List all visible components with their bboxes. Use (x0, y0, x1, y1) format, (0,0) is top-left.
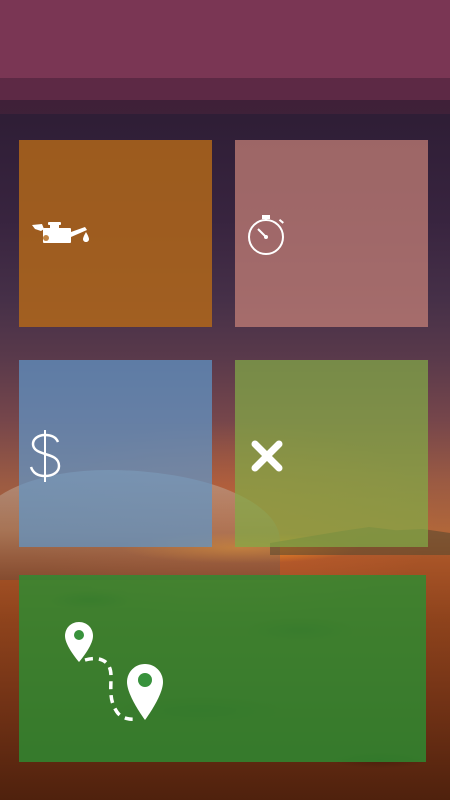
route-tile[interactable] (19, 575, 426, 762)
top-bar-shade-lower (0, 100, 450, 114)
close-icon (251, 440, 283, 472)
top-bar-shade (0, 78, 450, 100)
dollar-icon (29, 430, 61, 482)
app-screen (0, 0, 450, 800)
oil-change-tile[interactable] (19, 140, 212, 327)
timer-tile[interactable] (235, 140, 428, 327)
stopwatch-icon (248, 215, 284, 255)
top-bar (0, 0, 450, 78)
cancel-tile[interactable] (235, 360, 428, 547)
expenses-tile[interactable] (19, 360, 212, 547)
route-map-pin-icon (65, 622, 163, 721)
oil-can-icon (32, 222, 89, 243)
